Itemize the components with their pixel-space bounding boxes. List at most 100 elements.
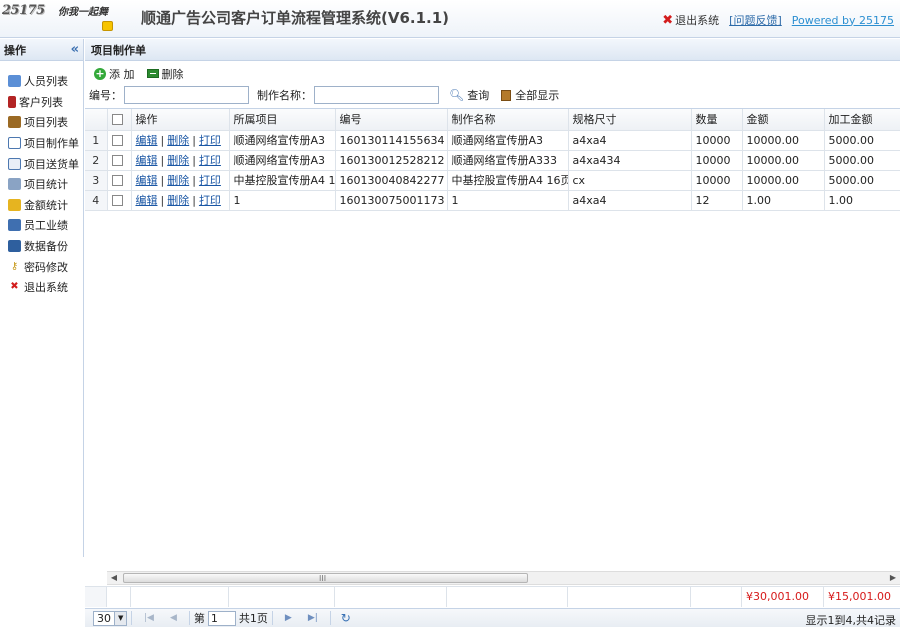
row-checkbox[interactable] xyxy=(111,135,123,146)
cell-amount: 10000.00 xyxy=(742,170,825,191)
row-actions: 编辑 | 删除 | 打印 xyxy=(131,130,230,151)
print-link[interactable]: 打印 xyxy=(199,174,221,187)
cell-amount: 10000.00 xyxy=(742,150,825,171)
column-header-qty[interactable]: 数量 xyxy=(691,109,743,131)
totals-cell xyxy=(691,587,742,607)
delete-link[interactable]: 删除 xyxy=(167,194,189,207)
page-number-input[interactable]: 1 xyxy=(207,610,236,626)
sidebar-item-password[interactable]: ⚷ 密码修改 xyxy=(0,256,83,277)
search-icon: 🔍︎ xyxy=(449,88,465,102)
powered-by-link[interactable]: Powered by 25175 xyxy=(792,14,894,27)
show-all-button[interactable]: 全部显示 xyxy=(501,87,559,103)
print-link[interactable]: 打印 xyxy=(199,134,221,147)
print-link[interactable]: 打印 xyxy=(199,194,221,207)
book-icon xyxy=(501,89,512,101)
app-header: 25175 你我一起舞 顺通广告公司客户订单流程管理系统(V6.1.1) ✖ 退… xyxy=(0,0,900,38)
sidebar-item-label: 项目制作单 xyxy=(24,137,79,151)
pager-divider xyxy=(271,611,273,625)
name-input[interactable] xyxy=(314,86,439,104)
row-checkbox-cell[interactable] xyxy=(107,150,132,171)
delete-link[interactable]: 删除 xyxy=(167,174,189,187)
delete-button[interactable]: 删除 xyxy=(146,66,184,82)
delete-link[interactable]: 删除 xyxy=(167,154,189,167)
last-page-icon[interactable]: ▶| xyxy=(308,613,318,623)
row-checkbox[interactable] xyxy=(111,195,123,206)
sidebar-item-label: 退出系统 xyxy=(24,281,68,295)
column-header-actions[interactable]: 操作 xyxy=(131,109,230,131)
table-row[interactable]: 3 编辑|删除|打印 中基控股宣传册A4 16页 160130040842277… xyxy=(85,170,900,191)
sidebar-item-projects[interactable]: 项目列表 xyxy=(0,112,83,133)
totals-cell xyxy=(107,587,131,607)
column-header-amount[interactable]: 金额 xyxy=(742,109,825,131)
prev-page-icon[interactable]: ◀ xyxy=(170,613,177,623)
add-button[interactable]: + 添 加 xyxy=(94,66,135,82)
column-header-size[interactable]: 规格尺寸 xyxy=(568,109,692,131)
scroll-left-icon[interactable]: ◀ xyxy=(107,572,121,584)
table-row[interactable]: 2 编辑 | 删除 | 打印 顺通网络宣传册A3 160130012528212 顺通网… xyxy=(85,150,900,171)
sidebar-item-logout[interactable]: ✖ 退出系统 xyxy=(0,277,83,298)
sidebar-item-customers[interactable]: 客户列表 xyxy=(0,92,83,113)
pager-divider xyxy=(131,611,132,625)
edit-link[interactable]: 编辑 xyxy=(136,154,158,167)
cell-project: 1 xyxy=(229,190,336,211)
form-icon xyxy=(8,137,21,150)
scroll-right-icon[interactable]: ▶ xyxy=(886,572,900,584)
sidebar-item-delivery[interactable]: 项目送货单 xyxy=(0,153,83,174)
page-size-select[interactable]: 30 ▼ xyxy=(93,610,127,626)
scrollbar-thumb[interactable]: III xyxy=(123,573,528,583)
refresh-icon[interactable]: ↻ xyxy=(341,611,351,625)
code-input[interactable] xyxy=(124,86,249,104)
header-exit-button[interactable]: ✖ 退出系统 xyxy=(662,12,719,28)
name-label: 制作名称： xyxy=(257,89,312,102)
column-header-name[interactable]: 制作名称 xyxy=(447,109,569,131)
collapse-icon[interactable]: « xyxy=(71,42,79,57)
column-header-project[interactable]: 所属项目 xyxy=(229,109,336,131)
feedback-link[interactable]: [问题反馈] xyxy=(729,12,782,28)
page-size-value: 30 xyxy=(97,611,111,625)
table-row[interactable]: 1 编辑 | 删除 | 打印 顺通网络宣传册A3 160130114155634 顺通网… xyxy=(85,130,900,151)
print-link[interactable]: 打印 xyxy=(199,154,221,167)
query-button[interactable]: 🔍︎ 查询 xyxy=(449,87,489,103)
select-all-header[interactable] xyxy=(107,109,132,131)
sidebar-item-performance[interactable]: 员工业绩 xyxy=(0,215,83,236)
sidebar-item-label: 密码修改 xyxy=(24,260,68,274)
sidebar-item-amount-stats[interactable]: 金额统计 xyxy=(0,195,83,216)
sidebar-item-users[interactable]: 人员列表 xyxy=(0,71,83,92)
horizontal-scrollbar[interactable]: ◀ III ▶ xyxy=(107,571,900,585)
row-checkbox-cell[interactable] xyxy=(107,190,132,211)
grid-table: 操作 所属项目 编号 制作名称 规格尺寸 数量 金额 加工金额 1 编辑 | 删除 |… xyxy=(85,109,900,211)
logo-badge-icon xyxy=(102,21,113,31)
book-red-icon xyxy=(8,95,16,108)
edit-link[interactable]: 编辑 xyxy=(136,174,158,187)
row-checkbox[interactable] xyxy=(111,155,123,166)
column-header-process-amount[interactable]: 加工金额 xyxy=(824,109,900,131)
query-label: 查询 xyxy=(467,89,490,102)
cell-qty: 12 xyxy=(691,190,743,211)
row-number: 2 xyxy=(85,150,108,171)
action-separator: | xyxy=(160,174,165,187)
disk-icon xyxy=(8,240,21,253)
edit-link[interactable]: 编辑 xyxy=(136,134,158,147)
add-button-label: 添 加 xyxy=(109,67,135,81)
delete-link[interactable]: 删除 xyxy=(167,134,189,147)
add-icon: + xyxy=(94,66,106,80)
sidebar-item-production[interactable]: 项目制作单 xyxy=(0,133,83,154)
sidebar-item-backup[interactable]: 数据备份 xyxy=(0,236,83,257)
column-header-code[interactable]: 编号 xyxy=(335,109,448,131)
delete-button-label: 删除 xyxy=(161,67,184,81)
employee-icon xyxy=(8,219,21,232)
select-all-checkbox[interactable] xyxy=(111,114,123,126)
pager-divider xyxy=(188,611,190,625)
row-checkbox-cell[interactable] xyxy=(107,170,132,191)
first-page-icon[interactable]: |◀ xyxy=(144,613,154,623)
next-page-icon[interactable]: ▶ xyxy=(285,613,292,623)
page-prefix: 第 xyxy=(193,612,205,625)
row-checkbox-cell[interactable] xyxy=(107,130,132,151)
search-bar: 编号： 制作名称： 🔍︎ 查询 全部显示 xyxy=(85,83,900,107)
edit-link[interactable]: 编辑 xyxy=(136,194,158,207)
delete-icon xyxy=(146,69,159,78)
main-panel: 项目制作单 + 添 加 删除 编号： 制作名称： 🔍︎ 查询 全部显示 操作 所… xyxy=(85,39,900,627)
row-checkbox[interactable] xyxy=(111,175,123,186)
table-row[interactable]: 4 编辑 | 删除 | 打印 1 160130075001173 1 a4xa4 12 … xyxy=(85,190,900,211)
sidebar-item-project-stats[interactable]: 项目统计 xyxy=(0,174,83,195)
